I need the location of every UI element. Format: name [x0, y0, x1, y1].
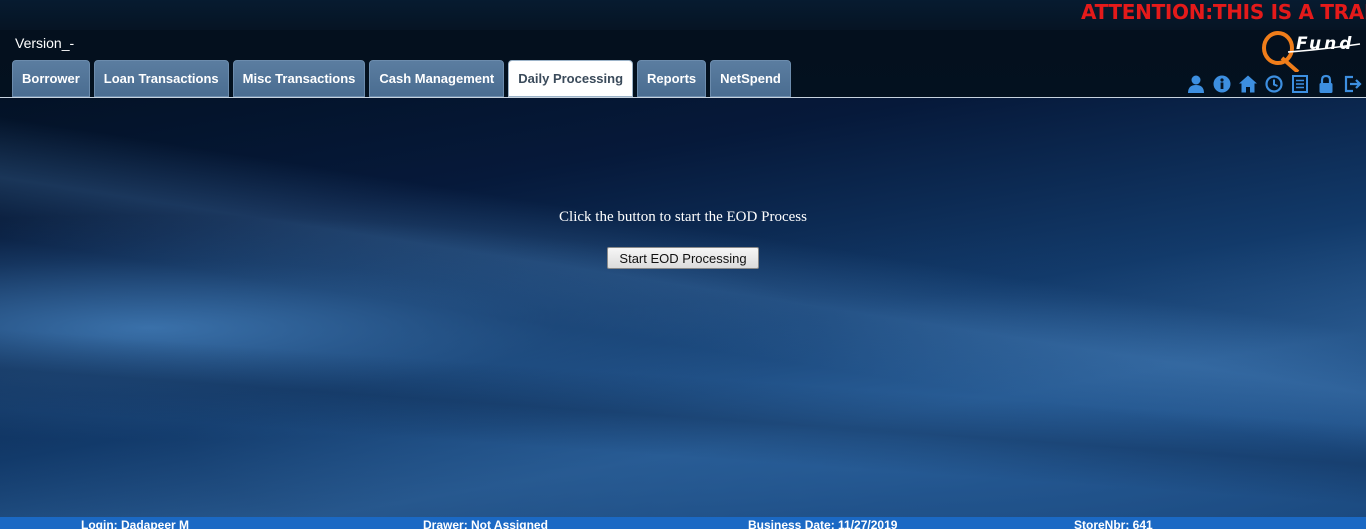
clock-icon[interactable]: [1264, 74, 1284, 94]
notes-icon[interactable]: [1290, 74, 1310, 94]
logo-text: Fund: [1296, 34, 1355, 54]
tab-cash-management[interactable]: Cash Management: [369, 60, 505, 97]
tab-reports[interactable]: Reports: [637, 60, 707, 97]
start-eod-button[interactable]: Start EOD Processing: [607, 247, 759, 269]
tab-label: NetSpend: [720, 71, 781, 86]
toolbar-icons: [1186, 74, 1362, 94]
tab-label: Loan Transactions: [103, 71, 219, 86]
tab-label: Misc Transactions: [242, 71, 356, 86]
status-bar: Login: Dadapeer M Drawer: Not Assigned B…: [0, 517, 1366, 529]
tab-daily-processing[interactable]: Daily Processing: [508, 60, 634, 97]
main-nav: Borrower Loan Transactions Misc Transact…: [12, 60, 791, 97]
info-icon[interactable]: [1212, 74, 1232, 94]
business-date: Business Date: 11/27/2019: [748, 518, 898, 529]
tab-label: Cash Management: [379, 71, 495, 86]
tab-netspend[interactable]: NetSpend: [710, 60, 791, 97]
main-content: Click the button to start the EOD Proces…: [0, 98, 1366, 517]
logout-icon[interactable]: [1342, 74, 1362, 94]
tab-loan-transactions[interactable]: Loan Transactions: [93, 60, 229, 97]
eod-instruction: Click the button to start the EOD Proces…: [559, 209, 807, 225]
version-label: Version_-: [15, 35, 75, 51]
tab-misc-transactions[interactable]: Misc Transactions: [232, 60, 366, 97]
login-status: Login: Dadapeer M: [81, 518, 190, 529]
tab-label: Daily Processing: [518, 71, 624, 86]
lock-icon[interactable]: [1316, 74, 1336, 94]
tab-borrower[interactable]: Borrower: [12, 60, 90, 97]
tab-label: Reports: [647, 71, 697, 86]
home-icon[interactable]: [1238, 74, 1258, 94]
store-number: StoreNbr: 641: [1074, 518, 1153, 529]
nav-divider: [0, 97, 1366, 98]
tab-label: Borrower: [22, 71, 80, 86]
user-icon[interactable]: [1186, 74, 1206, 94]
drawer-status: Drawer: Not Assigned: [423, 518, 548, 529]
training-warning-banner: ATTENTION:THIS IS A TRAIN: [1081, 0, 1366, 24]
qfund-logo: Fund: [1258, 28, 1362, 74]
